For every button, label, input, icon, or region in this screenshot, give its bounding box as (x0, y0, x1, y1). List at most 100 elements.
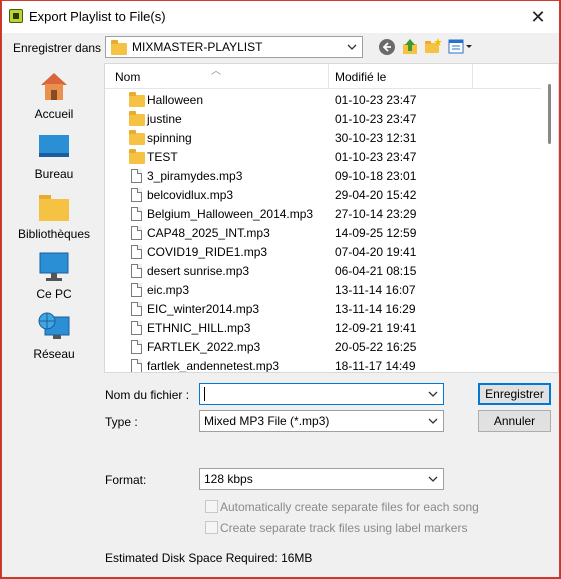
place-home[interactable]: Accueil (10, 69, 98, 125)
list-item[interactable]: ETHNIC_HILL.mp3 12-09-21 19:41 (105, 318, 535, 337)
folder-icon (129, 149, 145, 164)
disk-space-text: Estimated Disk Space Required: 16MB (105, 551, 313, 565)
title-bar: Export Playlist to File(s) ✕ (2, 1, 559, 33)
up-folder-icon[interactable] (401, 37, 419, 55)
filename-label: Nom du fichier : (105, 388, 190, 402)
separate-files-label: Automatically create separate files for … (220, 500, 479, 514)
place-this-pc-label: Ce PC (36, 287, 72, 301)
folder-icon (129, 92, 145, 107)
file-name: belcovidlux.mp3 (147, 188, 234, 202)
list-item[interactable]: TEST 01-10-23 23:47 (105, 147, 535, 166)
chevron-down-icon (428, 476, 438, 482)
file-icon (131, 226, 142, 240)
file-name: desert sunrise.mp3 (147, 264, 250, 278)
list-item[interactable]: Belgium_Halloween_2014.mp3 27-10-14 23:29 (105, 204, 535, 223)
list-item[interactable]: 3_piramydes.mp3 09-10-18 23:01 (105, 166, 535, 185)
scrollbar-thumb[interactable] (548, 84, 551, 144)
filename-input[interactable] (199, 383, 444, 405)
file-modified-date: 14-09-25 12:59 (335, 226, 417, 240)
list-item[interactable]: EIC_winter2014.mp3 13-11-14 16:29 (105, 299, 535, 318)
file-icon (131, 264, 142, 278)
label-markers-label: Create separate track files using label … (220, 521, 468, 535)
view-menu-icon[interactable] (448, 38, 474, 56)
list-item[interactable]: CAP48_2025_INT.mp3 14-09-25 12:59 (105, 223, 535, 242)
list-item[interactable]: belcovidlux.mp3 29-04-20 15:42 (105, 185, 535, 204)
filetype-label: Type : (105, 415, 138, 429)
label-markers-checkbox[interactable] (205, 521, 218, 534)
file-modified-date: 20-05-22 16:25 (335, 340, 417, 354)
place-libraries[interactable]: Bibliothèques (10, 189, 98, 245)
file-icon (131, 359, 142, 372)
place-this-pc[interactable]: Ce PC (10, 249, 98, 305)
file-name: 3_piramydes.mp3 (147, 169, 243, 183)
file-modified-date: 01-10-23 23:47 (335, 150, 417, 164)
file-icon (131, 188, 142, 202)
folder-icon (129, 111, 145, 126)
place-network[interactable]: Réseau (10, 309, 98, 365)
save-in-combo[interactable]: MIXMASTER-PLAYLIST (105, 36, 363, 58)
sort-ascending-icon: ︿ (211, 66, 221, 77)
file-icon (131, 340, 142, 354)
text-cursor (204, 387, 205, 401)
list-item[interactable]: Halloween 01-10-23 23:47 (105, 90, 535, 109)
app-icon (9, 9, 23, 23)
save-in-label: Enregistrer dans : (13, 41, 108, 55)
place-network-label: Réseau (33, 347, 75, 361)
new-folder-icon[interactable] (424, 37, 442, 55)
file-icon (131, 169, 142, 183)
file-rows: Halloween 01-10-23 23:47 justine 01-10-23 2… (105, 90, 535, 373)
list-item[interactable]: fartlek_andennetest.mp3 18-11-17 14:49 (105, 356, 535, 373)
list-item[interactable]: COVID19_RIDE1.mp3 07-04-20 19:41 (105, 242, 535, 261)
file-icon (131, 245, 142, 259)
list-header: ︿ Nom Modifié le (105, 64, 558, 89)
folder-icon (129, 130, 145, 145)
list-item[interactable]: FARTLEK_2022.mp3 20-05-22 16:25 (105, 337, 535, 356)
filetype-select[interactable]: Mixed MP3 File (*.mp3) (199, 410, 444, 432)
filetype-value: Mixed MP3 File (*.mp3) (204, 414, 330, 428)
file-name: fartlek_andennetest.mp3 (147, 359, 280, 373)
file-name: CAP48_2025_INT.mp3 (147, 226, 270, 240)
file-name: eic.mp3 (147, 283, 190, 297)
place-desktop-label: Bureau (34, 167, 74, 181)
file-modified-date: 13-11-14 16:29 (335, 302, 416, 316)
file-name: FARTLEK_2022.mp3 (147, 340, 261, 354)
format-select[interactable]: 128 kbps (199, 468, 444, 490)
dialog-title: Export Playlist to File(s) (29, 9, 166, 24)
chevron-down-icon (428, 418, 438, 424)
save-in-value: MIXMASTER-PLAYLIST (132, 40, 263, 54)
file-modified-date: 27-10-14 23:29 (335, 207, 417, 221)
separate-files-checkbox[interactable] (205, 500, 218, 513)
file-name: Halloween (147, 93, 204, 107)
network-icon (38, 312, 70, 339)
list-item[interactable]: justine 01-10-23 23:47 (105, 109, 535, 128)
place-desktop[interactable]: Bureau (10, 129, 98, 185)
column-divider[interactable] (328, 64, 329, 88)
file-modified-date: 09-10-18 23:01 (335, 169, 417, 183)
format-value: 128 kbps (204, 472, 253, 486)
list-item[interactable]: eic.mp3 13-11-14 16:07 (105, 280, 535, 299)
file-icon (131, 283, 142, 297)
file-name: spinning (147, 131, 192, 145)
file-name: justine (147, 112, 182, 126)
file-modified-date: 18-11-17 14:49 (335, 359, 416, 373)
close-button[interactable]: ✕ (527, 6, 549, 28)
cancel-button[interactable]: Annuler (478, 410, 551, 432)
list-item[interactable]: desert sunrise.mp3 06-04-21 08:15 (105, 261, 535, 280)
chevron-down-icon[interactable] (427, 387, 439, 401)
file-name: ETHNIC_HILL.mp3 (147, 321, 251, 335)
places-bar: Accueil Bureau Bibliothèques Ce PC Résea… (10, 63, 98, 375)
place-libraries-label: Bibliothèques (17, 227, 91, 241)
desktop-icon (39, 135, 69, 157)
vertical-scrollbar[interactable] (541, 64, 558, 372)
column-name-header[interactable]: Nom (115, 70, 140, 84)
column-modified-header[interactable]: Modifié le (335, 70, 386, 84)
file-icon (131, 207, 142, 221)
format-label: Format: (105, 473, 147, 487)
file-list[interactable]: ︿ Nom Modifié le Halloween 01-10-23 23:47… (104, 63, 559, 373)
back-icon[interactable] (378, 38, 396, 56)
column-divider[interactable] (472, 64, 473, 88)
file-name: EIC_winter2014.mp3 (147, 302, 260, 316)
save-button[interactable]: Enregistrer (478, 383, 551, 405)
list-item[interactable]: spinning 30-10-23 12:31 (105, 128, 535, 147)
file-name: Belgium_Halloween_2014.mp3 (147, 207, 314, 221)
